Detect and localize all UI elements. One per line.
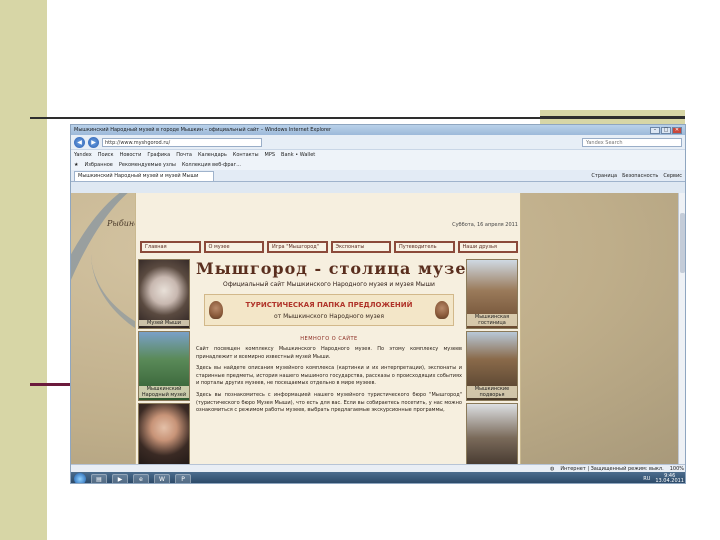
site-menu: Главная О музее Игра "Мышгород" Экспонат… bbox=[140, 241, 518, 253]
media-icon[interactable]: ▶ bbox=[112, 473, 128, 483]
link-item[interactable]: Календарь bbox=[198, 152, 227, 158]
menu-item-exhibits[interactable]: Экспонаты bbox=[330, 241, 391, 253]
menu-item-guide[interactable]: Путеводитель bbox=[394, 241, 455, 253]
tab-active[interactable]: Мышкинский Народный музей и музей Мыши bbox=[74, 170, 214, 181]
menu-item-about[interactable]: О музее bbox=[203, 241, 264, 253]
paragraph: Здесь вы найдете описания музейного комп… bbox=[196, 365, 462, 387]
close-button[interactable]: ✕ bbox=[672, 126, 682, 134]
tools-menu[interactable]: Сервис bbox=[663, 173, 682, 179]
address-row: ◀ ▶ http://www.myshgorod.ru/ Yandex Sear… bbox=[71, 135, 685, 149]
menu-item-game[interactable]: Игра "Мышгород" bbox=[267, 241, 328, 253]
search-input[interactable]: Yandex Search bbox=[582, 137, 682, 147]
status-bar: ◍ Интернет | Защищенный режим: выкл. 100… bbox=[71, 464, 685, 472]
photo-mouse-museum[interactable]: Музей Мыши bbox=[138, 259, 190, 329]
browser-window-screenshot: Мышкинский Народный музей в городе Мышки… bbox=[70, 124, 686, 484]
clock[interactable]: 9:46 13.04.2011 bbox=[655, 474, 684, 484]
clock-date: 13.04.2011 bbox=[655, 478, 684, 484]
banner-subtitle: от Мышкинского Народного музея bbox=[274, 313, 384, 320]
window-title: Мышкинский Народный музей в городе Мышки… bbox=[74, 127, 332, 133]
favorite-item[interactable]: Коллекция веб-фраг... bbox=[182, 162, 241, 168]
photo-hotel[interactable]: Мышкинская гостиница bbox=[466, 259, 518, 329]
word-icon[interactable]: W bbox=[154, 473, 170, 483]
page-viewport: Рыбинск Суббота, 16 апреля 2011 Главная … bbox=[71, 193, 680, 464]
back-icon[interactable]: ◀ bbox=[74, 136, 85, 148]
photo-caption: Мышкинский Народный музей bbox=[139, 386, 189, 398]
photo-caption: Мышкинская гостиница bbox=[467, 314, 517, 326]
photo-courtyard[interactable]: Мышкинские подворья bbox=[466, 331, 518, 401]
slide: Мышкинский Народный музей в городе Мышки… bbox=[0, 0, 720, 540]
favorites-bar: ★ Избранное Рекомендуемые узлы Коллекция… bbox=[71, 160, 685, 170]
photo-caption: Мышкинские подворья bbox=[467, 386, 517, 398]
links-toolbar: Yandex Поиск Новости Графика Почта Кален… bbox=[71, 149, 685, 160]
paragraph: Здесь вы познакомитесь с информацией наш… bbox=[196, 391, 462, 414]
address-bar[interactable]: http://www.myshgorod.ru/ bbox=[102, 137, 262, 147]
site-content: Суббота, 16 апреля 2011 Главная О музее … bbox=[135, 193, 521, 464]
menu-item-friends[interactable]: Наши друзья bbox=[457, 241, 518, 253]
right-photo-column: Мышкинская гостиница Мышкинские подворья bbox=[466, 259, 518, 464]
paragraph: Сайт посвящен комплексу Мышкинского Наро… bbox=[196, 346, 462, 360]
page-date: Суббота, 16 апреля 2011 bbox=[452, 222, 518, 228]
left-photo-column: Музей Мыши Мышкинский Народный музей bbox=[138, 259, 190, 464]
left-accent-band bbox=[0, 0, 47, 540]
star-icon[interactable]: ★ bbox=[74, 162, 78, 168]
mouse-icon bbox=[435, 301, 449, 319]
horizontal-rule bbox=[30, 117, 540, 119]
start-orb-icon[interactable] bbox=[74, 473, 86, 483]
language-indicator[interactable]: RU bbox=[643, 476, 650, 482]
favorite-item[interactable]: Рекомендуемые узлы bbox=[119, 162, 176, 168]
forward-icon[interactable]: ▶ bbox=[88, 136, 99, 148]
browser-titlebar: Мышкинский Народный музей в городе Мышки… bbox=[71, 125, 685, 135]
link-item[interactable]: Новости bbox=[120, 152, 142, 158]
mouse-icon bbox=[209, 301, 223, 319]
scrollbar-thumb[interactable] bbox=[680, 213, 685, 273]
taskbar: ▤ ▶ e W P RU 9:46 13.04.2011 bbox=[71, 472, 685, 484]
accent-line bbox=[30, 383, 70, 386]
page-menu[interactable]: Страница bbox=[591, 173, 617, 179]
link-item[interactable]: Bank • Wallet bbox=[281, 152, 315, 158]
site-title: Мышгород - столица музеев bbox=[196, 259, 490, 278]
center-content: Мышгород - столица музеев Официальный са… bbox=[196, 259, 490, 415]
banner-title: ТУРИСТИЧЕСКАЯ ПАПКА ПРЕДЛОЖЕНИЙ bbox=[245, 301, 413, 309]
link-item[interactable]: Yandex bbox=[74, 152, 92, 158]
link-item[interactable]: Почта bbox=[176, 152, 192, 158]
powerpoint-icon[interactable]: P bbox=[175, 473, 191, 483]
folder-icon[interactable]: ▤ bbox=[91, 473, 107, 483]
link-item[interactable]: Контакты bbox=[233, 152, 259, 158]
site-subtitle: Официальный сайт Мышкинского Народного м… bbox=[223, 281, 435, 288]
link-item[interactable]: Поиск bbox=[98, 152, 114, 158]
menu-item-home[interactable]: Главная bbox=[140, 241, 201, 253]
link-item[interactable]: Графика bbox=[147, 152, 170, 158]
link-item[interactable]: MPS bbox=[265, 152, 276, 158]
browser-icon[interactable]: e bbox=[133, 473, 149, 483]
vertical-scrollbar[interactable] bbox=[678, 193, 685, 464]
photo-portrait[interactable] bbox=[138, 403, 190, 464]
safety-menu[interactable]: Безопасность bbox=[622, 173, 658, 179]
horizontal-rule-short bbox=[540, 116, 685, 119]
tourist-banner[interactable]: ТУРИСТИЧЕСКАЯ ПАПКА ПРЕДЛОЖЕНИЙ от Мышки… bbox=[204, 294, 454, 326]
photo-folk-museum[interactable]: Мышкинский Народный музей bbox=[138, 331, 190, 401]
section-heading: НЕМНОГО О САЙТЕ bbox=[300, 336, 358, 342]
favorites-button[interactable]: Избранное bbox=[84, 162, 112, 168]
photo-caption: Музей Мыши bbox=[139, 320, 189, 326]
photo-building[interactable] bbox=[466, 403, 518, 464]
minimize-button[interactable]: – bbox=[650, 126, 660, 134]
status-text: Интернет | Защищенный режим: выкл. bbox=[560, 465, 664, 472]
tab-row: Мышкинский Народный музей и музей Мыши С… bbox=[71, 170, 685, 182]
zoom-level[interactable]: 100% bbox=[670, 466, 684, 472]
globe-icon: ◍ bbox=[549, 465, 555, 472]
maximize-button[interactable]: □ bbox=[661, 126, 671, 134]
